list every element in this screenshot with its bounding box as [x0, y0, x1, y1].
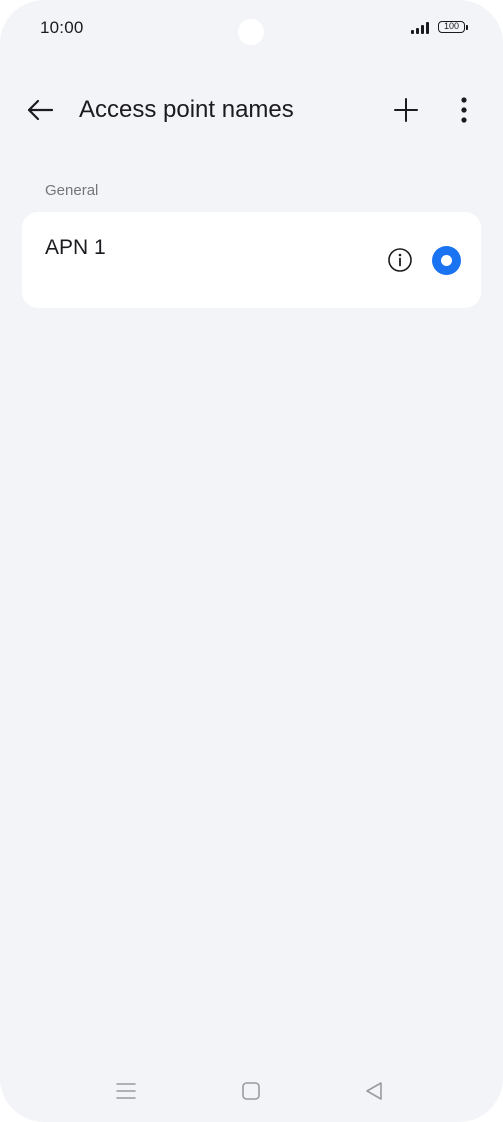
arrow-left-icon [27, 99, 54, 121]
battery-icon: 100 [438, 21, 465, 33]
phone-screen: 10:00 100 Access point names General APN… [0, 0, 503, 1122]
front-camera [238, 19, 264, 45]
status-time: 10:00 [40, 18, 84, 37]
battery-level: 100 [443, 21, 460, 31]
plus-icon [394, 98, 418, 122]
apn-name: APN 1 [45, 236, 106, 259]
more-options-button[interactable] [447, 92, 481, 128]
apn-list-item[interactable]: APN 1 [22, 212, 481, 308]
info-icon [388, 248, 412, 272]
battery-tip [466, 25, 468, 30]
apn-selected-radio[interactable] [432, 246, 461, 275]
add-apn-button[interactable] [388, 92, 424, 128]
triangle-back-icon [366, 1082, 382, 1100]
nav-back-button[interactable] [361, 1079, 387, 1103]
square-icon [242, 1082, 260, 1100]
nav-home-button[interactable] [238, 1079, 264, 1103]
nav-recents-button[interactable] [113, 1079, 139, 1103]
back-button[interactable] [22, 92, 58, 128]
page-title: Access point names [79, 96, 294, 123]
radio-dot [441, 255, 452, 266]
more-vertical-icon [461, 97, 467, 123]
apn-info-button[interactable] [387, 247, 413, 273]
section-label-general: General [45, 182, 99, 199]
menu-lines-icon [116, 1083, 136, 1099]
signal-bars-icon [411, 22, 433, 34]
